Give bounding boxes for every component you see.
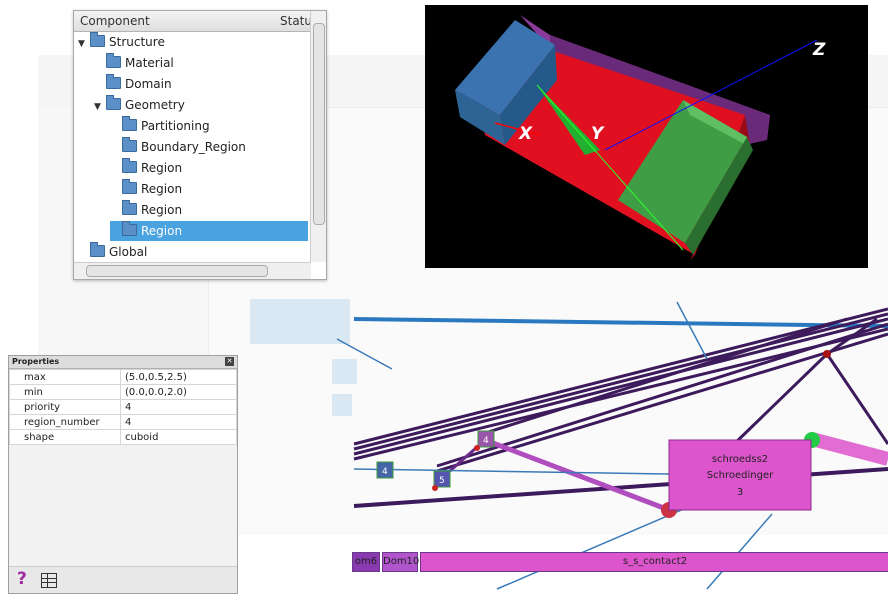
folder-icon — [122, 200, 137, 215]
node-line-3: 3 — [737, 487, 743, 498]
tree-item-region-selected[interactable]: Region — [110, 221, 308, 241]
question-icon[interactable]: ? — [17, 569, 27, 589]
tree-item-region[interactable]: Region — [110, 158, 308, 178]
node-line-2: Schroedinger — [707, 470, 774, 481]
property-row[interactable]: shape cuboid — [9, 429, 237, 445]
tree-header-status[interactable]: Statu — [280, 14, 312, 28]
property-row[interactable]: min (0.0,0.0,2.0) — [9, 384, 237, 400]
tree-item-partitioning[interactable]: Partitioning — [110, 116, 308, 136]
properties-table: max (5.0,0.5,2.5) min (0.0,0.0,2.0) priori… — [9, 369, 237, 445]
scrollbar-thumb[interactable] — [86, 265, 268, 277]
property-row[interactable]: region_number 4 — [9, 414, 237, 430]
chevron-down-icon[interactable]: ▼ — [94, 97, 106, 117]
tree-header-component[interactable]: Component — [80, 14, 150, 28]
geometry-canvas[interactable]: X Y Z — [425, 5, 868, 268]
tree-item-boundary-region[interactable]: Boundary_Region — [110, 137, 308, 157]
tree-item-domain[interactable]: Domain — [94, 74, 308, 94]
folder-icon — [90, 32, 105, 47]
folder-icon — [90, 242, 105, 257]
faded-node — [332, 394, 352, 416]
graph-tab-s-s-contact2[interactable]: s_s_contact2 — [420, 552, 888, 572]
model-graph-view[interactable]: 4 5 4 schroedss2 Schroedinger 3 — [237, 294, 888, 594]
tree-item-global[interactable]: Global — [78, 242, 308, 262]
scrollbar-thumb[interactable] — [313, 23, 325, 225]
tree-header: Component Statu — [74, 11, 326, 32]
tree-horizontal-scrollbar[interactable] — [74, 262, 311, 279]
folder-icon — [106, 53, 121, 68]
property-row[interactable]: max (5.0,0.5,2.5) — [9, 369, 237, 385]
axis-label-y: Y — [591, 124, 605, 144]
folder-icon — [122, 137, 137, 152]
tree-item-region[interactable]: Region — [110, 179, 308, 199]
node-line-1: schroedss2 — [712, 454, 768, 465]
graph-canvas[interactable]: 4 5 4 schroedss2 Schroedinger 3 — [237, 294, 888, 594]
folder-icon — [122, 221, 137, 236]
properties-footer: ? — [9, 566, 237, 593]
tree-item-region[interactable]: Region — [110, 200, 308, 220]
folder-icon — [122, 116, 137, 131]
graph-tab[interactable]: Dom10 — [382, 552, 419, 572]
graph-tab[interactable]: om6 — [352, 552, 380, 572]
tree-item-material[interactable]: Material — [94, 53, 308, 73]
tree-item-structure[interactable]: ▼ Structure — [78, 32, 308, 52]
tree-item-geometry[interactable]: ▼ Geometry — [94, 95, 308, 115]
geometry-3d-view[interactable]: X Y Z — [425, 5, 868, 268]
folder-icon — [106, 95, 121, 110]
faded-node — [332, 359, 357, 384]
axis-label-z: Z — [812, 40, 826, 60]
tree-vertical-scrollbar[interactable] — [310, 11, 326, 262]
close-icon[interactable]: ✕ — [225, 357, 234, 366]
graph-node-label: 5 — [439, 476, 445, 486]
component-tree-panel: Component Statu ▼ Structure Material Doma… — [73, 10, 327, 280]
folder-icon — [122, 179, 137, 194]
axis-label-x: X — [518, 124, 533, 144]
properties-panel: Properties ✕ max (5.0,0.5,2.5) min (0.0,0.… — [8, 355, 238, 594]
table-icon[interactable] — [41, 573, 57, 588]
graph-node-label: 4 — [382, 467, 388, 477]
folder-icon — [122, 158, 137, 173]
chevron-down-icon[interactable]: ▼ — [78, 34, 90, 54]
properties-title: Properties ✕ — [9, 356, 237, 369]
property-row[interactable]: priority 4 — [9, 399, 237, 415]
graph-node-label: 4 — [483, 436, 489, 446]
faded-node — [250, 299, 350, 344]
folder-icon — [106, 74, 121, 89]
